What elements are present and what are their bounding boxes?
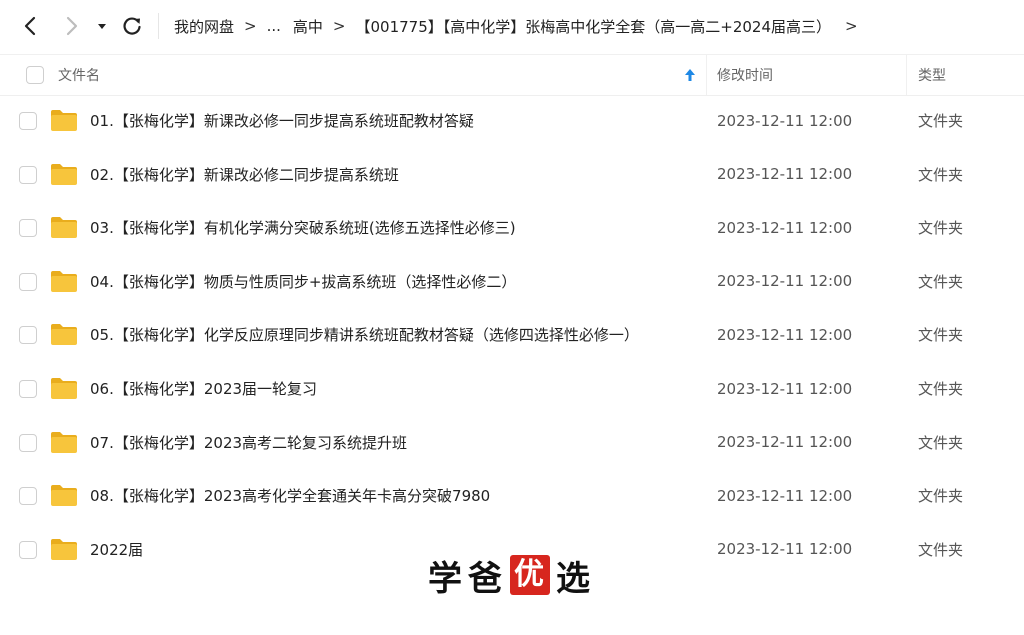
file-name[interactable]: 05.【张梅化学】化学反应原理同步精讲系统班配教材答疑（选修四选择性必修一）	[90, 308, 639, 361]
sort-ascending-icon[interactable]	[684, 55, 696, 95]
forward-button[interactable]	[58, 12, 86, 40]
file-type: 文件夹	[918, 165, 964, 184]
column-divider	[706, 55, 707, 95]
file-modified-time: 2023-12-11 12:00	[717, 540, 853, 559]
folder-icon	[51, 163, 77, 185]
table-row[interactable]: 08.【张梅化学】2023高考化学全套通关年卡高分突破7980 2023-12-1…	[0, 469, 1024, 522]
file-modified-time: 2023-12-11 12:00	[717, 486, 853, 505]
row-checkbox[interactable]	[19, 219, 37, 238]
back-button[interactable]	[16, 12, 44, 40]
table-row[interactable]: 02.【张梅化学】新课改必修二同步提高系统班 2023-12-11 12:00 文件…	[0, 148, 1024, 201]
table-row[interactable]: 07.【张梅化学】2023高考二轮复习系统提升班 2023-12-11 12:00…	[0, 416, 1024, 469]
file-type: 文件夹	[918, 272, 964, 291]
caret-down-icon	[98, 24, 106, 29]
file-name[interactable]: 2022届	[90, 523, 143, 576]
folder-icon	[51, 538, 77, 560]
breadcrumb-more[interactable]: >	[845, 17, 858, 35]
table-row[interactable]: 06.【张梅化学】2023届一轮复习 2023-12-11 12:00 文件夹	[0, 362, 1024, 415]
file-type: 文件夹	[918, 326, 964, 345]
table-row[interactable]: 01.【张梅化学】新课改必修一同步提高系统班配教材答疑 2023-12-11 12…	[0, 94, 1024, 147]
breadcrumb-root[interactable]: 我的网盘	[174, 16, 234, 37]
chevron-left-icon	[24, 16, 36, 36]
chevron-right-icon	[66, 16, 78, 36]
breadcrumb-level1[interactable]: 高中	[293, 16, 323, 37]
breadcrumb: 我的网盘 > ... 高中 > 【001775】【高中化学】张梅高中化学全套（高…	[174, 0, 868, 52]
row-checkbox[interactable]	[19, 326, 37, 345]
row-checkbox[interactable]	[19, 487, 37, 506]
table-row[interactable]: 03.【张梅化学】有机化学满分突破系统班(选修五选择性必修三) 2023-12-1…	[0, 201, 1024, 254]
table-row[interactable]: 04.【张梅化学】物质与性质同步+拔高系统班（选择性必修二） 2023-12-11…	[0, 255, 1024, 308]
file-modified-time: 2023-12-11 12:00	[717, 379, 853, 398]
file-list-header: 文件名 修改时间 类型	[0, 54, 1024, 96]
watermark-logo: 学 爸 优 选	[426, 552, 594, 599]
row-checkbox[interactable]	[19, 380, 37, 398]
row-checkbox[interactable]	[19, 165, 37, 184]
file-type: 文件夹	[918, 112, 964, 130]
file-name[interactable]: 02.【张梅化学】新课改必修二同步提高系统班	[90, 148, 399, 201]
folder-icon	[51, 270, 77, 292]
refresh-icon	[123, 17, 141, 35]
file-name[interactable]: 01.【张梅化学】新课改必修一同步提高系统班配教材答疑	[90, 94, 474, 147]
file-modified-time: 2023-12-11 12:00	[717, 433, 853, 452]
row-checkbox[interactable]	[19, 272, 37, 291]
refresh-button[interactable]	[118, 12, 146, 40]
history-dropdown-button[interactable]	[92, 12, 112, 40]
folder-icon	[51, 110, 77, 131]
folder-icon	[51, 378, 77, 399]
file-type: 文件夹	[918, 380, 964, 398]
folder-icon	[51, 217, 77, 239]
folder-icon	[51, 324, 77, 346]
file-type: 文件夹	[918, 433, 964, 452]
file-modified-time: 2023-12-11 12:00	[717, 111, 853, 130]
folder-icon	[51, 431, 77, 453]
row-checkbox[interactable]	[19, 433, 37, 452]
column-divider	[906, 55, 907, 95]
select-all-checkbox[interactable]	[26, 66, 44, 84]
row-checkbox[interactable]	[19, 540, 37, 559]
folder-icon	[51, 485, 77, 507]
toolbar-divider	[158, 13, 159, 39]
file-type: 文件夹	[918, 540, 964, 559]
file-modified-time: 2023-12-11 12:00	[717, 325, 853, 344]
file-modified-time: 2023-12-11 12:00	[717, 165, 853, 184]
watermark-seal: 优	[510, 555, 550, 595]
breadcrumb-current[interactable]: 【001775】【高中化学】张梅高中化学全套（高一高二+2024届高三）	[356, 16, 832, 37]
watermark-char: 学	[428, 558, 464, 599]
file-name[interactable]: 03.【张梅化学】有机化学满分突破系统班(选修五选择性必修三)	[90, 201, 516, 254]
breadcrumb-separator-icon: >	[332, 17, 346, 35]
watermark-char: 爸	[468, 558, 504, 599]
file-name[interactable]: 06.【张梅化学】2023届一轮复习	[90, 362, 317, 415]
breadcrumb-separator-icon: >	[244, 17, 257, 35]
table-row[interactable]: 05.【张梅化学】化学反应原理同步精讲系统班配教材答疑（选修四选择性必修一） 20…	[0, 308, 1024, 361]
row-checkbox[interactable]	[19, 112, 37, 130]
file-name[interactable]: 07.【张梅化学】2023高考二轮复习系统提升班	[90, 416, 407, 469]
column-header-modified[interactable]: 修改时间	[717, 55, 773, 95]
file-name[interactable]: 08.【张梅化学】2023高考化学全套通关年卡高分突破7980	[90, 469, 490, 522]
column-header-name[interactable]: 文件名	[58, 55, 100, 95]
breadcrumb-ellipsis[interactable]: ...	[267, 17, 281, 35]
watermark-char: 选	[556, 558, 592, 599]
column-header-type[interactable]: 类型	[918, 55, 946, 95]
file-modified-time: 2023-12-11 12:00	[717, 218, 853, 237]
file-modified-time: 2023-12-11 12:00	[717, 272, 853, 291]
file-name[interactable]: 04.【张梅化学】物质与性质同步+拔高系统班（选择性必修二）	[90, 255, 516, 308]
file-type: 文件夹	[918, 487, 964, 506]
top-navigation-bar: 我的网盘 > ... 高中 > 【001775】【高中化学】张梅高中化学全套（高…	[0, 0, 1024, 52]
file-type: 文件夹	[918, 219, 964, 238]
